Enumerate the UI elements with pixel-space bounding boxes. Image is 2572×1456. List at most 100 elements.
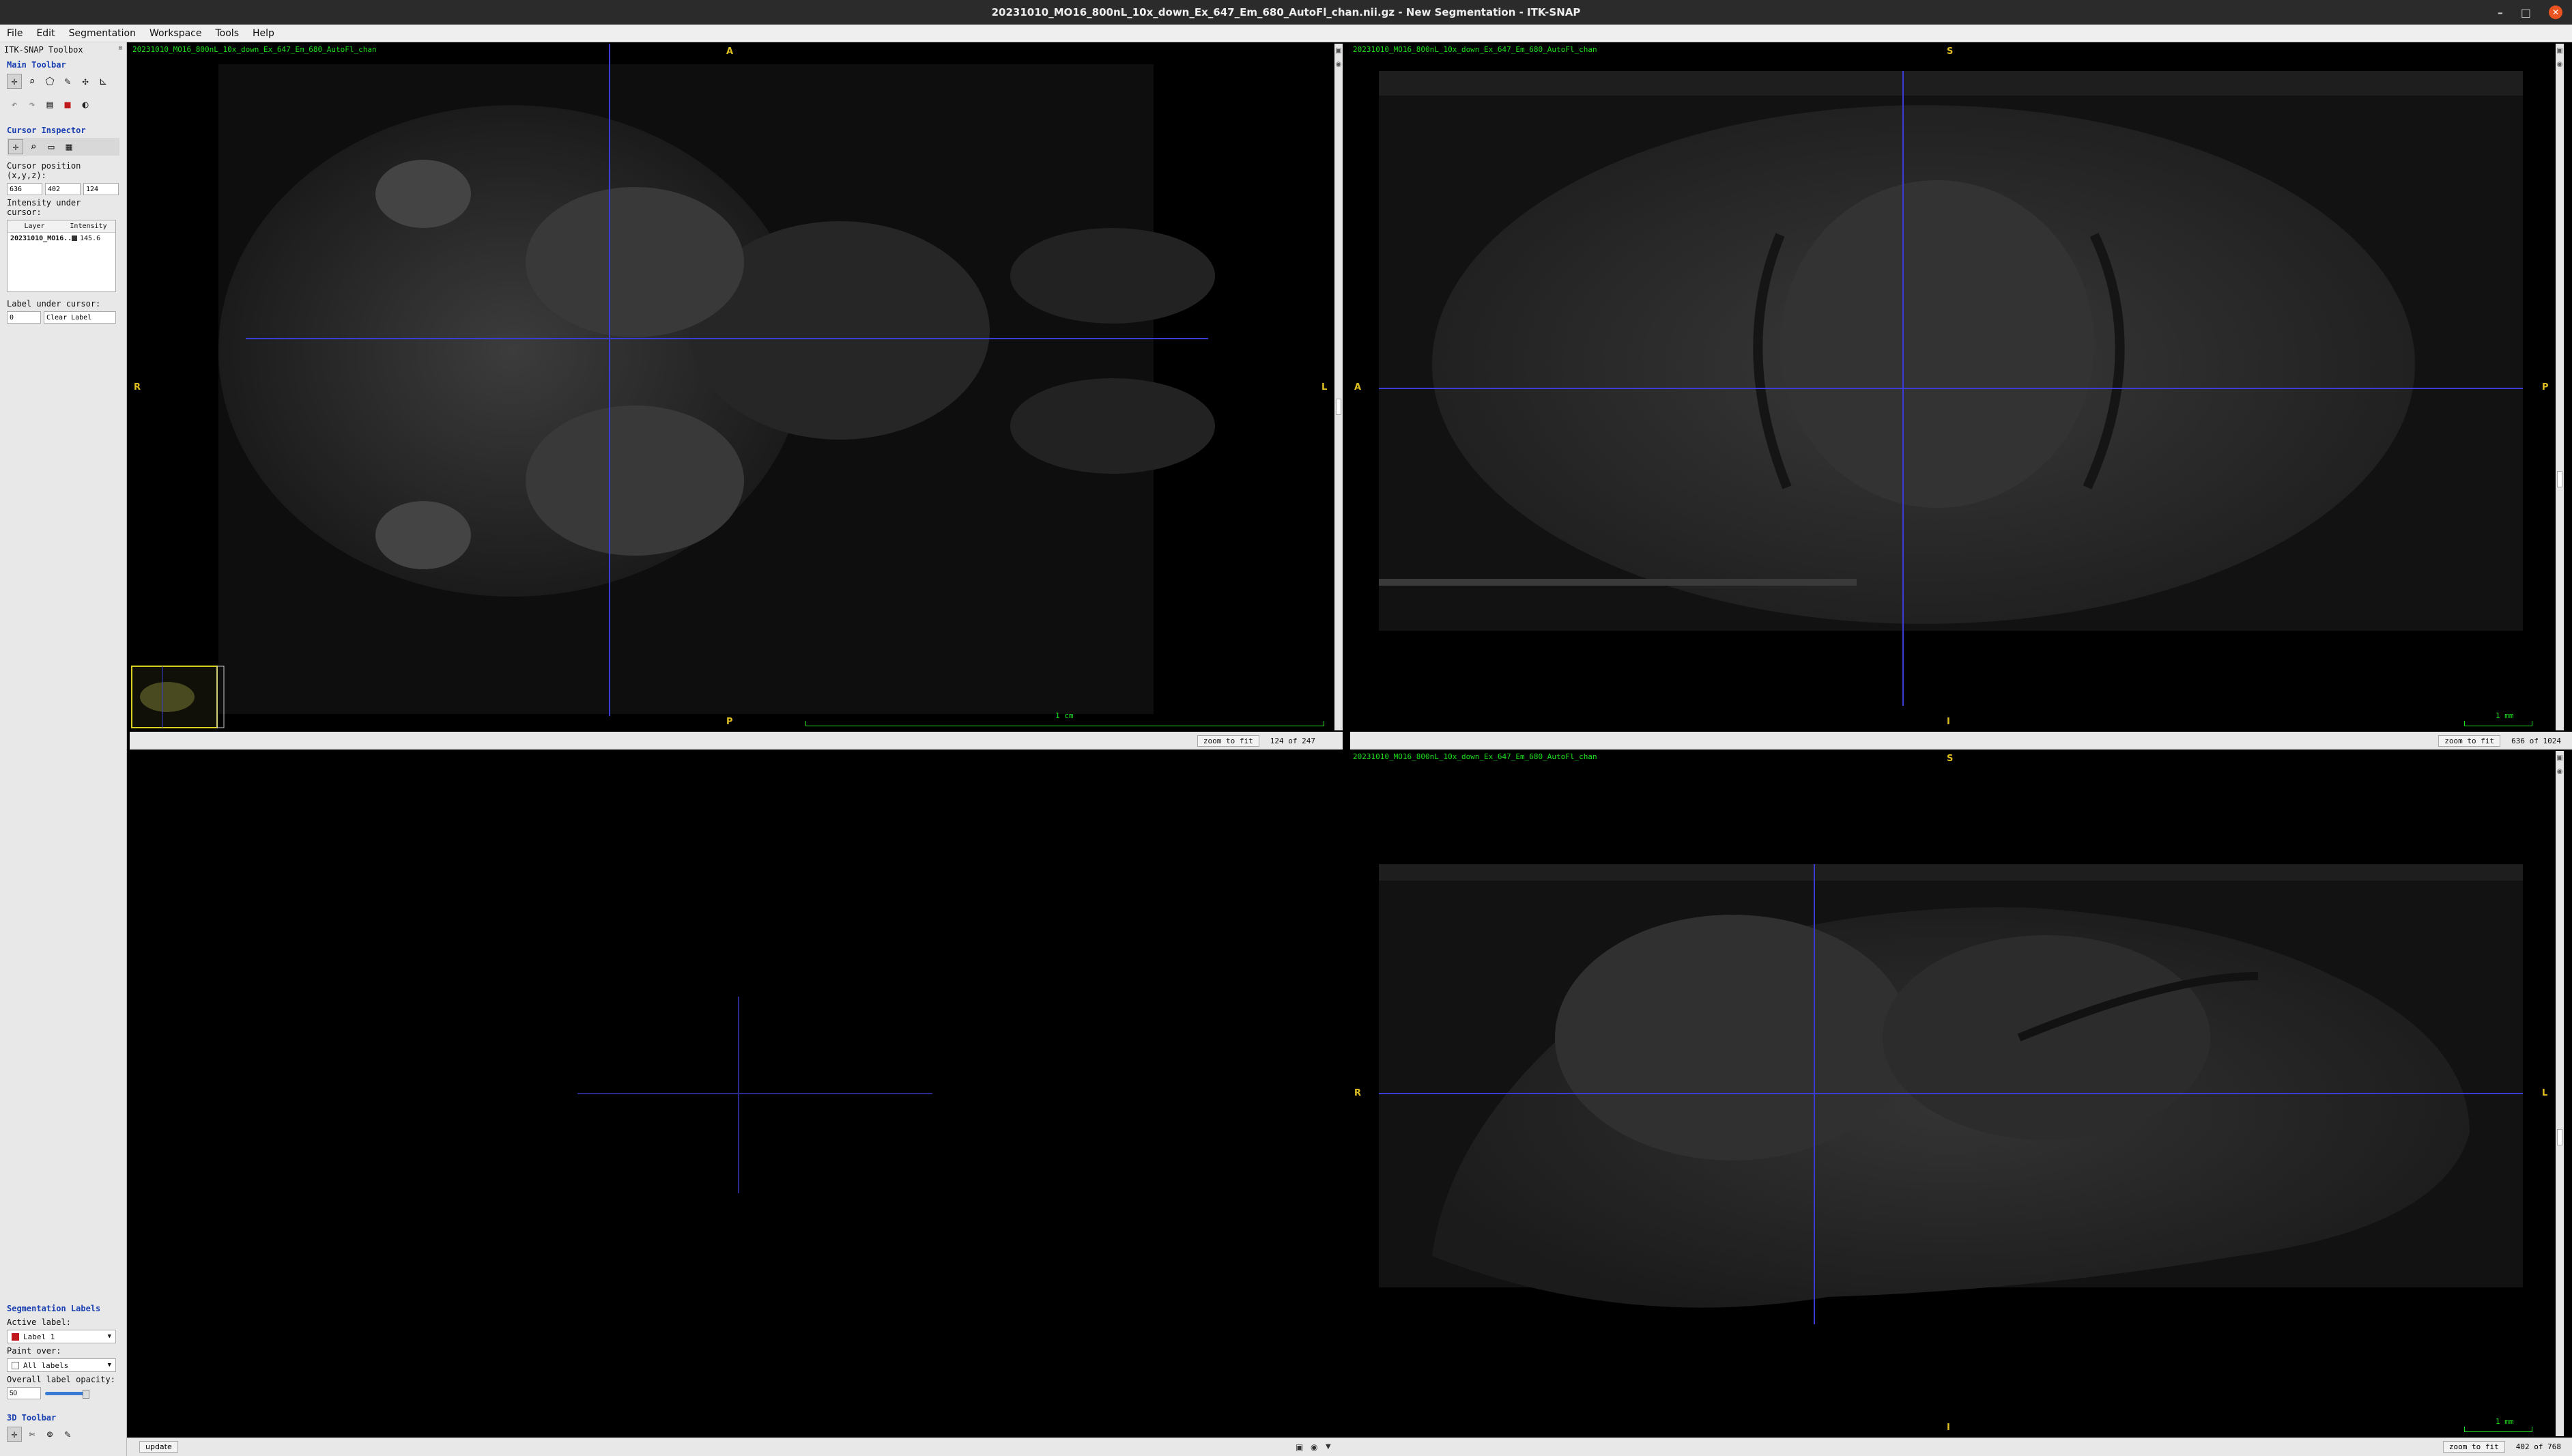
table-row[interactable]: 20231010_MO16... 145.6 [8,233,115,244]
active-label-swatch [12,1332,19,1341]
toolbox-header: ITK-SNAP Toolbox ⊠ [0,42,126,57]
orient-right: L [1321,382,1328,392]
menu-help[interactable]: Help [253,28,274,39]
camera-icon[interactable]: ◉ [2556,60,2564,68]
zoom-to-fit-button[interactable]: zoom to fit [1197,734,1259,747]
orient-left: R [134,382,141,392]
layer-intensity: 145.6 [80,234,101,242]
coronal-status-bar: zoom to fit 636 of 1024 [1350,732,2572,750]
slice-indicator: 636 of 1024 [2511,736,2561,745]
layout-icon[interactable]: ▣ [1296,1442,1303,1452]
scale-bar [805,721,1324,726]
ruler-icon[interactable]: ⊾ [96,74,111,89]
three-d-crosshair [577,997,932,1193]
zoom-to-fit-button[interactable]: zoom to fit [2438,734,2501,747]
layout-icon[interactable]: ▣ [2556,754,2564,762]
segmentation-labels-panel: Segmentation Labels Active label: Label … [0,1301,126,1443]
layout-icon[interactable]: ▣ [2556,46,2564,55]
window-controls: – □ ✕ [2498,0,2562,25]
slice-slider-handle[interactable] [2557,471,2562,487]
menu-workspace[interactable]: Workspace [149,28,202,39]
active-label-value: Label 1 [23,1332,55,1341]
sagittal-image [1379,864,2523,1324]
chevron-down-icon: ▼ [107,1362,111,1369]
orient-right: L [2542,1088,2548,1098]
axial-image [131,44,1215,728]
toolbox-close-icon[interactable]: ⊠ [119,45,122,55]
zoom-icon[interactable]: ⌕ [25,74,40,89]
rotate-3d-icon[interactable]: ✛ [7,1427,22,1442]
minimize-icon[interactable]: – [2498,6,2503,19]
sagittal-scrollbar[interactable]: ▣ ◉ [2556,751,2564,1436]
paint-over-select[interactable]: All labels ▼ [7,1358,116,1372]
paint-over-swatch [12,1361,19,1369]
toolbox-title: ITK-SNAP Toolbox [4,45,83,55]
camera-icon[interactable]: ◉ [1311,1442,1317,1452]
zoom-to-fit-button[interactable]: zoom to fit [2442,1441,2505,1453]
cursor-z-field[interactable] [83,183,119,195]
polygon-icon[interactable]: ⬠ [42,74,57,89]
three-d-view[interactable] [130,751,1347,1436]
opacity-slider[interactable] [45,1389,89,1399]
tab-cursor-icon[interactable]: ✛ [8,139,23,154]
brush-3d-icon[interactable]: ✎ [60,1427,75,1442]
spray-icon[interactable]: ⊚ [42,1427,57,1442]
toolbar3d-title: 3D Toolbar [7,1413,57,1423]
workspace-icon[interactable]: ◐ [78,97,93,112]
orient-right: P [2542,382,2549,392]
slice-slider-handle[interactable] [1336,399,1341,415]
menu-segmentation[interactable]: Segmentation [69,28,136,39]
coronal-scrollbar[interactable]: ▣ ◉ [2556,44,2564,730]
cursor-inspector-title: Cursor Inspector [7,126,86,135]
axial-view[interactable]: 20231010_MO16_800nL_10x_down_Ex_647_Em_6… [130,44,1332,730]
opacity-control [0,1386,126,1401]
tab-layers-icon[interactable]: ▦ [61,139,76,154]
scalpel-icon[interactable]: ✄ [25,1427,40,1442]
camera-icon[interactable]: ◉ [1334,60,1343,68]
sagittal-view[interactable]: 20231010_MO16_800nL_10x_down_Ex_647_Em_6… [1350,751,2553,1436]
orient-left: R [1354,1088,1362,1098]
update-3d-button[interactable]: update [139,1441,178,1453]
tab-zoom-icon[interactable]: ⌕ [26,139,41,154]
close-icon[interactable]: ✕ [2549,5,2562,19]
crosshair-icon[interactable]: ✛ [7,74,22,89]
cursor-x-field[interactable] [7,183,42,195]
tab-info-icon[interactable]: ▭ [44,139,59,154]
menu-tools[interactable]: Tools [216,28,240,39]
coronal-image [1379,71,2523,706]
orient-bottom: I [1947,1423,1950,1433]
opacity-field[interactable] [7,1387,41,1399]
paintbrush-icon[interactable]: ✎ [60,74,75,89]
chevron-down-icon[interactable]: ▼ [1326,1443,1331,1451]
undo-icon[interactable]: ↶ [7,97,22,112]
menu-file[interactable]: File [7,28,23,39]
active-label-select[interactable]: Label 1 ▼ [7,1330,116,1343]
layout-icon[interactable]: ▣ [1334,46,1343,55]
toolbar-3d: ✛ ✄ ⊚ ✎ [0,1425,126,1443]
paint-over-caption: Paint over: [7,1346,61,1356]
segment-icon[interactable]: ■ [60,97,75,112]
slice-slider-handle[interactable] [2557,1129,2562,1145]
menu-edit[interactable]: Edit [36,28,55,39]
cursor-y-field[interactable] [45,183,81,195]
coronal-view[interactable]: 20231010_MO16_800nL_10x_down_Ex_647_Em_6… [1350,44,2553,730]
orient-bottom: I [1947,717,1950,727]
axial-status-bar: zoom to fit 124 of 247 [130,732,1343,750]
maximize-icon[interactable]: □ [2521,6,2531,19]
chevron-down-icon: ▼ [107,1333,111,1340]
sagittal-layer-title: 20231010_MO16_800nL_10x_down_Ex_647_Em_6… [1353,752,1597,761]
layer-icon[interactable]: ▤ [42,97,57,112]
cursor-position-fields [0,182,126,197]
redo-icon[interactable]: ↷ [25,97,40,112]
window-title: 20231010_MO16_800nL_10x_down_Ex_647_Em_6… [991,6,1581,18]
camera-icon[interactable]: ◉ [2556,767,2564,775]
column-intensity: Intensity [70,223,107,230]
layer-name: 20231010_MO16... [10,234,72,242]
edit-toolbar: ↶ ↷ ▤ ■ ◐ [0,96,126,113]
intensity-table: Layer Intensity 20231010_MO16... 145.6 [7,220,116,292]
axial-scrollbar[interactable]: ▣ ◉ [1334,44,1343,730]
orient-top: A [726,46,734,57]
axial-layer-title: 20231010_MO16_800nL_10x_down_Ex_647_Em_6… [132,45,377,54]
snake-icon[interactable]: ✣ [78,74,93,89]
sagittal-status: zoom to fit 402 of 768 [2442,1441,2561,1453]
